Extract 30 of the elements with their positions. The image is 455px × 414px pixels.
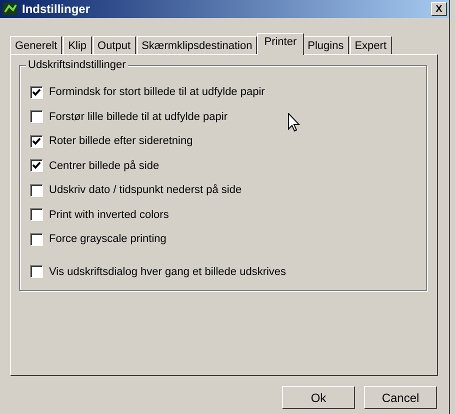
checkbox[interactable] [30, 184, 43, 197]
checkbox[interactable] [30, 232, 43, 246]
checkbox[interactable] [30, 208, 43, 222]
checkbox-label: Udskriv dato / tidspunkt nederst på side [49, 184, 242, 196]
checkbox[interactable] [30, 134, 43, 148]
close-button[interactable]: X [431, 2, 447, 16]
checkbox-label: Roter billede efter sideretning [49, 135, 193, 148]
checkbox-label: Forstør lille billede til at udfylde papir [49, 110, 228, 123]
checkbox-label: Print with inverted colors [49, 208, 169, 221]
checkbox-label: Formindsk for stort billede til at udfylde papir [49, 86, 265, 98]
window-title: Indstillinger [22, 2, 92, 16]
checkbox[interactable] [30, 86, 43, 99]
checkbox-label: Vis udskriftsdialog hver gang et billede udskrives [49, 266, 286, 278]
checkbox[interactable] [30, 265, 43, 278]
checkbox-label: Force grayscale printing [49, 233, 166, 246]
tab[interactable]: Generelt [10, 36, 62, 54]
dialog-button[interactable]: Ok [282, 386, 355, 409]
tab[interactable]: Expert [350, 36, 392, 54]
group-title: Udskriftsindstillinger [26, 59, 128, 71]
tab[interactable]: Printer [257, 33, 304, 55]
pointer-icon [288, 113, 300, 132]
checkbox-label: Centrer billede på side [49, 160, 160, 172]
app-icon [2, 2, 18, 16]
tab[interactable]: Klip [63, 36, 92, 54]
checkbox[interactable] [30, 159, 43, 172]
tab[interactable]: Output [92, 36, 136, 54]
tab[interactable]: Plugins [302, 36, 349, 54]
checkbox[interactable] [30, 110, 43, 124]
tab[interactable]: Skærmklipsdestination [136, 36, 258, 54]
dialog-button[interactable]: Cancel [364, 386, 437, 409]
